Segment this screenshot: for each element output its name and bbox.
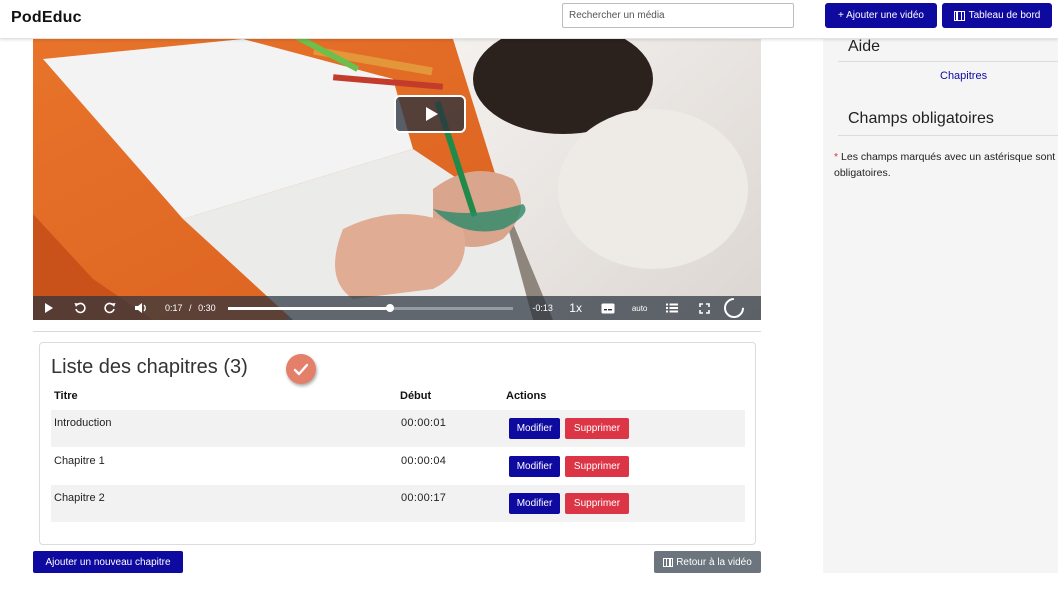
dashboard-label: Tableau de bord [968, 10, 1041, 21]
delete-chapter-button[interactable]: Supprimer [565, 493, 629, 514]
delete-chapter-button[interactable]: Supprimer [565, 418, 629, 439]
add-video-button[interactable]: + Ajouter une vidéo [825, 3, 937, 28]
play-icon[interactable] [33, 296, 65, 320]
chapters-title: Liste des chapitres (3) [51, 356, 248, 378]
player-controls: 0:17 / 0:30 -0:13 1x auto [33, 296, 761, 320]
sidebar-divider [838, 61, 1058, 62]
chapter-title: Chapitre 2 [54, 492, 105, 504]
help-heading: Aide [848, 38, 881, 55]
progress-bar[interactable] [227, 303, 513, 312]
required-heading: Champs obligatoires [848, 110, 994, 127]
column-header-title: Titre [54, 390, 78, 402]
add-chapter-button[interactable]: Ajouter un nouveau chapitre [33, 551, 183, 573]
film-icon [953, 10, 965, 21]
video-frame [33, 39, 761, 320]
chapter-start: 00:00:04 [401, 455, 447, 467]
content-divider [33, 331, 761, 332]
progress-fill [227, 306, 391, 310]
captions-icon[interactable] [591, 296, 625, 320]
table-row: Introduction 00:00:01 Modifier Supprimer [51, 410, 745, 447]
quality-button[interactable]: auto [625, 296, 655, 320]
required-asterisk: * [834, 151, 839, 163]
brand-logo[interactable]: PodEduc [11, 9, 82, 27]
fullscreen-icon[interactable] [689, 296, 721, 320]
chapters-card: Liste des chapitres (3) Titre Début Acti… [39, 342, 756, 545]
chapter-start: 00:00:17 [401, 492, 447, 504]
playback-rate-button[interactable]: 1x [561, 296, 591, 320]
remaining-time: -0:13 [532, 303, 553, 313]
chapter-start: 00:00:01 [401, 417, 447, 429]
dashboard-button[interactable]: Tableau de bord [942, 3, 1052, 28]
back-to-video-button[interactable]: Retour à la vidéo [654, 551, 761, 573]
chapter-title: Chapitre 1 [54, 455, 105, 467]
add-video-label: + Ajouter une vidéo [838, 10, 924, 21]
table-row: Chapitre 1 00:00:04 Modifier Supprimer [51, 448, 745, 485]
duration: 0:30 [198, 303, 216, 313]
edit-chapter-button[interactable]: Modifier [509, 456, 560, 477]
column-header-start: Début [400, 390, 432, 402]
top-navbar: PodEduc + Ajouter une vidéo Tableau de b… [0, 0, 1058, 39]
pod-logo-icon[interactable] [721, 296, 747, 320]
column-header-actions: Actions [506, 390, 547, 402]
film-icon [663, 557, 674, 567]
sidebar: Aide Chapitres Champs obligatoires * Les… [823, 38, 1058, 573]
volume-icon[interactable] [125, 296, 157, 320]
chapter-title: Introduction [54, 417, 112, 429]
required-text: Les champs marqués avec un astérisque so… [834, 151, 1056, 179]
edit-chapter-button[interactable]: Modifier [509, 418, 560, 439]
time-display: 0:17 / 0:30 [165, 303, 216, 313]
help-link-chapters[interactable]: Chapitres [940, 70, 987, 82]
big-play-button[interactable] [394, 95, 466, 133]
edit-chapter-button[interactable]: Modifier [509, 493, 560, 514]
sidebar-divider [838, 135, 1058, 136]
current-time: 0:17 [165, 303, 183, 313]
search-input[interactable] [562, 3, 794, 28]
progress-handle[interactable] [386, 303, 395, 312]
back-to-video-label: Retour à la vidéo [676, 556, 752, 568]
rewind-icon[interactable] [65, 296, 95, 320]
checkmark-icon [286, 354, 316, 384]
required-note: * Les champs marqués avec un astérisque … [834, 149, 1058, 181]
video-player[interactable]: 0:17 / 0:30 -0:13 1x auto [33, 39, 761, 320]
delete-chapter-button[interactable]: Supprimer [565, 456, 629, 477]
chapters-menu-icon[interactable] [655, 296, 689, 320]
forward-icon[interactable] [95, 296, 125, 320]
table-row: Chapitre 2 00:00:17 Modifier Supprimer [51, 485, 745, 522]
